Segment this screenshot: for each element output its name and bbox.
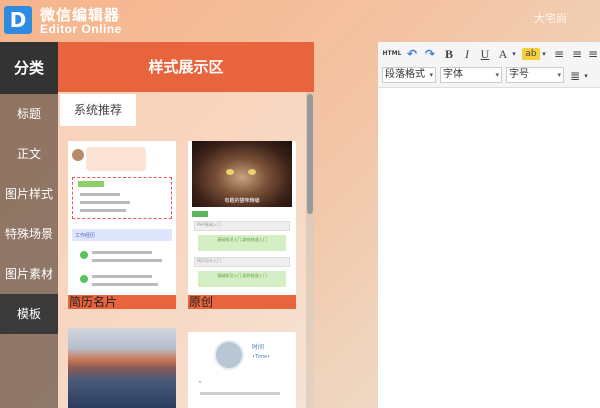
sidebar-item-body[interactable]: 正文 — [0, 134, 58, 174]
font-family-select[interactable]: 字体 ▾ — [440, 67, 502, 83]
template-card-original[interactable]: 有趣的猫咪精编 PHP基础入门 基础知识入门,助你快速入门 网页设计入门 基础知… — [188, 141, 296, 309]
tab-system-recommend[interactable]: 系统推荐 — [60, 94, 136, 126]
card-thumbnail-green: 基础知识入门,助你快速入门 — [198, 271, 286, 287]
card-thumbnail-line — [80, 193, 120, 196]
card-label: 原创 — [188, 295, 296, 309]
cat-eye-icon — [226, 169, 234, 175]
chevron-down-icon: ▾ — [429, 71, 433, 79]
sidebar-item-special-scene[interactable]: 特殊场景 — [0, 214, 58, 254]
chevron-down-icon: ▾ — [495, 71, 499, 79]
paragraph-format-select[interactable]: 段落格式 ▾ — [382, 67, 436, 83]
bold-button[interactable]: B — [442, 46, 456, 62]
line-height-icon[interactable]: ≣ — [568, 68, 582, 84]
card-thumbnail-line — [200, 392, 280, 395]
font-family-value: 字体 — [443, 69, 463, 80]
paragraph-format-value: 段落格式 — [385, 69, 425, 80]
highlight-button[interactable]: ab — [522, 48, 540, 60]
card-photo-caption: 有趣的猫咪精编 — [224, 198, 260, 204]
rich-text-editor: HTML ↶ ↷ B I U A ▾ ab ▾ ≡ ≡ ≡ 段落格式 ▾ 字体 … — [378, 42, 600, 408]
align-right-icon[interactable]: ≡ — [586, 46, 600, 62]
avatar-icon — [72, 149, 84, 161]
html-source-button[interactable]: HTML — [382, 46, 402, 62]
card-thumbnail-line — [80, 201, 130, 204]
align-left-icon[interactable]: ≡ — [552, 46, 566, 62]
font-color-button[interactable]: A — [496, 46, 510, 62]
profile-photo-icon — [214, 340, 244, 370]
quote-icon: “ — [198, 380, 203, 389]
sidebar-item-template[interactable]: 模板 — [0, 294, 58, 334]
landscape-image — [68, 328, 176, 408]
card-thumbnail-line — [92, 251, 152, 254]
card-thumbnail-tag — [78, 181, 104, 187]
template-card-timeline[interactable]: 时间 •Time• “ — [188, 332, 296, 408]
user-name[interactable]: 大宅尚 — [534, 10, 567, 26]
editor-toolbar: HTML ↶ ↷ B I U A ▾ ab ▾ ≡ ≡ ≡ 段落格式 ▾ 字体 … — [378, 42, 600, 88]
sidebar-item-image-style[interactable]: 图片样式 — [0, 174, 58, 214]
undo-icon[interactable]: ↶ — [404, 46, 420, 62]
chevron-down-icon: ▾ — [557, 71, 561, 79]
style-display-panel: 样式展示区 系统推荐 工作经历 简历名片 有趣的猫咪精编 PHP基础入门 基础知… — [58, 42, 314, 408]
card-thumbnail-line — [92, 259, 162, 262]
chevron-down-icon[interactable]: ▾ — [540, 46, 548, 62]
card-thumbnail-text: PHP基础入门 — [194, 221, 290, 231]
timeline-dot-icon — [80, 275, 88, 283]
font-size-value: 字号 — [509, 69, 529, 80]
cat-eye-icon — [248, 169, 256, 175]
redo-icon[interactable]: ↷ — [422, 46, 438, 62]
align-center-icon[interactable]: ≡ — [570, 46, 584, 62]
card-thumbnail-bubble — [86, 147, 146, 171]
sidebar-header: 分类 — [0, 42, 58, 94]
template-card-resume[interactable]: 工作经历 简历名片 — [68, 141, 176, 309]
sidebar-item-image-material[interactable]: 图片素材 — [0, 254, 58, 294]
sidebar-item-title[interactable]: 标题 — [0, 94, 58, 134]
card-thumbnail-line — [92, 275, 152, 278]
card-thumbnail-text: 网页设计入门 — [194, 257, 290, 267]
category-sidebar: 分类 标题 正文 图片样式 特殊场景 图片素材 模板 — [0, 42, 58, 408]
card-thumbnail-line — [92, 283, 158, 286]
chevron-down-icon[interactable]: ▾ — [582, 68, 590, 84]
editor-content-area[interactable] — [378, 89, 600, 408]
logo-icon[interactable]: D — [4, 6, 32, 34]
font-size-select[interactable]: 字号 ▾ — [506, 67, 564, 83]
italic-button[interactable]: I — [460, 46, 474, 62]
card-time-title: 时间 — [252, 344, 265, 351]
app-subtitle: Editor Online — [40, 22, 122, 36]
card-thumbnail-section: 工作经历 — [72, 229, 172, 241]
scrollbar-thumb[interactable] — [307, 94, 313, 214]
timeline-dot-icon — [80, 251, 88, 259]
chevron-down-icon[interactable]: ▾ — [510, 46, 518, 62]
card-thumbnail-line — [80, 209, 126, 212]
template-card-landscape[interactable] — [68, 328, 176, 408]
underline-button[interactable]: U — [478, 46, 492, 62]
app-header: D 微信编辑器 Editor Online 大宅尚 — [0, 0, 600, 42]
panel-header: 样式展示区 — [58, 42, 314, 92]
card-thumbnail-green: 基础知识入门,助你快速入门 — [198, 235, 286, 251]
card-label: 简历名片 — [68, 295, 176, 309]
card-thumbnail-tag — [192, 211, 208, 217]
card-time-subtitle: •Time• — [252, 354, 271, 360]
